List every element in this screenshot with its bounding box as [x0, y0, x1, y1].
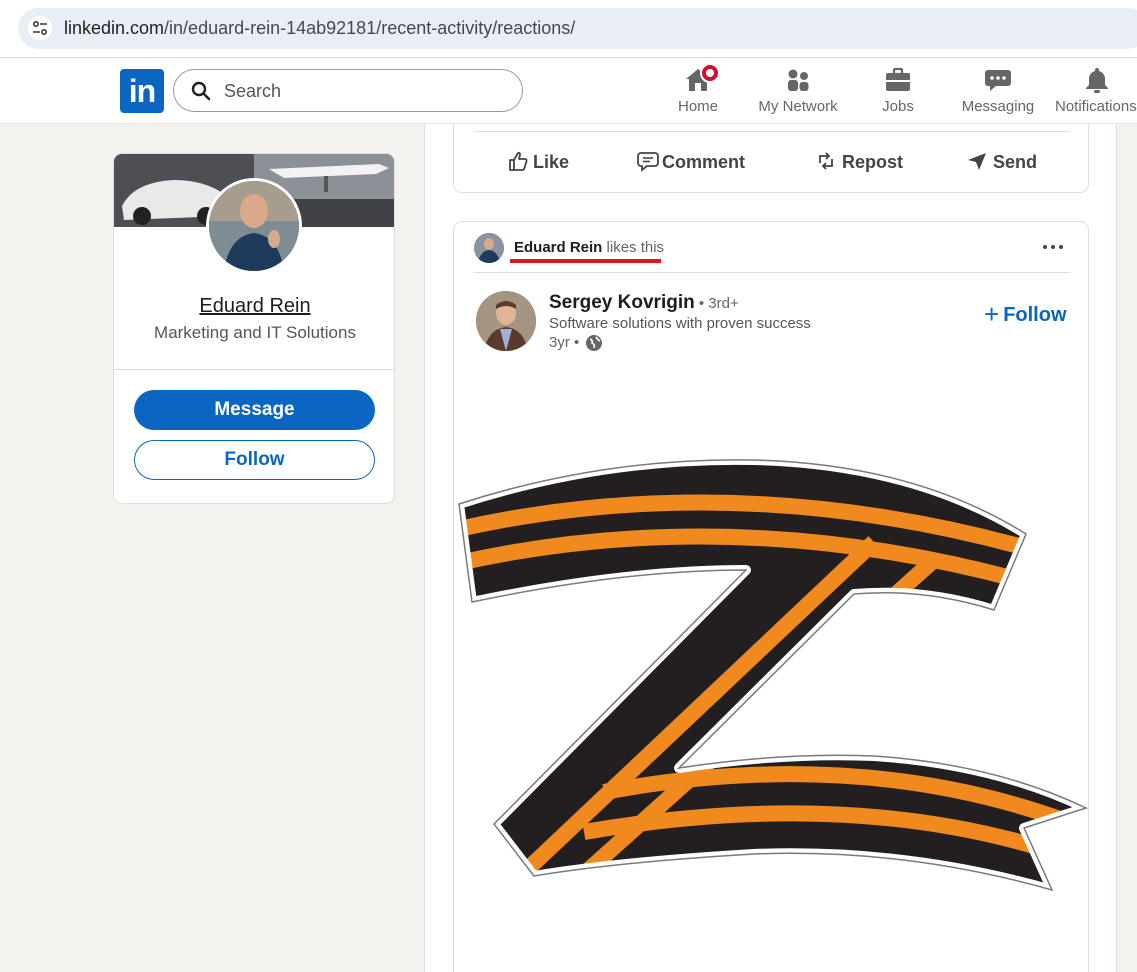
nav-jobs-label: Jobs	[882, 98, 914, 115]
chat-icon	[985, 70, 1011, 91]
follow-author-button[interactable]: + Follow	[984, 297, 1067, 329]
briefcase-icon	[886, 67, 910, 91]
search-box[interactable]	[173, 69, 523, 112]
nav-messaging[interactable]: Messaging	[958, 66, 1038, 118]
post-timestamp: 3yr •	[549, 334, 602, 351]
post-time-text: 3yr •	[549, 334, 580, 351]
profile-headline: Marketing and IT Solutions	[154, 323, 356, 342]
author-name-text: Sergey Kovrigin	[549, 292, 695, 313]
liker-name[interactable]: Eduard Rein	[514, 239, 602, 256]
send-label: Send	[993, 152, 1038, 172]
profile-avatar[interactable]	[206, 178, 302, 274]
like-label: Like	[533, 152, 570, 172]
linkedin-logo[interactable]: in	[120, 69, 164, 113]
connection-degree: • 3rd+	[694, 295, 739, 312]
site-info-icon[interactable]	[28, 16, 52, 40]
nav-notifications-label: Notifications	[1055, 98, 1137, 115]
repost-icon	[819, 152, 833, 170]
comment-label: Comment	[662, 152, 746, 172]
z-ribbon-symbol-image	[454, 454, 1088, 895]
ellipsis-icon	[1043, 245, 1063, 249]
nav-messaging-label: Messaging	[961, 98, 1035, 115]
nav-jobs[interactable]: Jobs	[868, 66, 928, 118]
red-highlight-underline	[510, 259, 661, 263]
previous-post-actions: Like Comment Repost Send	[453, 124, 1089, 193]
globe-icon	[586, 335, 602, 351]
nav-my-network-label: My Network	[758, 98, 838, 115]
comment-icon	[637, 152, 659, 172]
url-domain: linkedin.com	[64, 18, 165, 38]
search-icon	[191, 81, 211, 101]
send-icon	[968, 153, 986, 170]
thumbs-up-icon	[509, 151, 528, 171]
url-text: linkedin.com/in/eduard-rein-14ab92181/re…	[64, 18, 575, 39]
divider	[114, 369, 394, 370]
nav-my-network[interactable]: My Network	[752, 66, 844, 118]
profile-name[interactable]: Eduard Rein	[114, 295, 394, 318]
search-input[interactable]	[224, 78, 504, 104]
url-path: /in/eduard-rein-14ab92181/recent-activit…	[164, 18, 576, 38]
people-icon	[788, 69, 809, 91]
browser-address-bar: linkedin.com/in/eduard-rein-14ab92181/re…	[0, 0, 1137, 58]
divider	[474, 131, 1070, 132]
reaction-header: Eduard Rein likes this	[514, 239, 664, 256]
plus-icon: +	[984, 299, 1000, 329]
nav-notifications[interactable]: Notifications	[1055, 66, 1137, 118]
repost-label: Repost	[842, 152, 904, 172]
author-avatar[interactable]	[476, 291, 536, 351]
follow-author-label: Follow	[1003, 304, 1067, 326]
bell-icon	[1086, 68, 1108, 93]
divider	[474, 272, 1070, 273]
url-field[interactable]: linkedin.com/in/eduard-rein-14ab92181/re…	[18, 8, 1137, 49]
post-image[interactable]	[454, 452, 1088, 895]
notification-badge	[700, 63, 720, 83]
author-headline: Software solutions with proven success	[549, 315, 811, 332]
activity-post: Eduard Rein likes this Sergey Kovrigin •…	[453, 221, 1089, 972]
liker-avatar[interactable]	[474, 233, 504, 263]
profile-card: Eduard Rein Marketing and IT Solutions M…	[113, 153, 395, 504]
message-button[interactable]: Message	[134, 390, 375, 430]
likes-this-text: likes this	[602, 239, 665, 256]
nav-home-label: Home	[677, 98, 718, 115]
author-name[interactable]: Sergey Kovrigin • 3rd+	[549, 292, 739, 314]
nav-home[interactable]: Home	[668, 63, 728, 118]
more-options-button[interactable]	[1040, 238, 1066, 256]
linkedin-header: in Home My Network	[0, 58, 1137, 124]
follow-button[interactable]: Follow	[134, 440, 375, 480]
